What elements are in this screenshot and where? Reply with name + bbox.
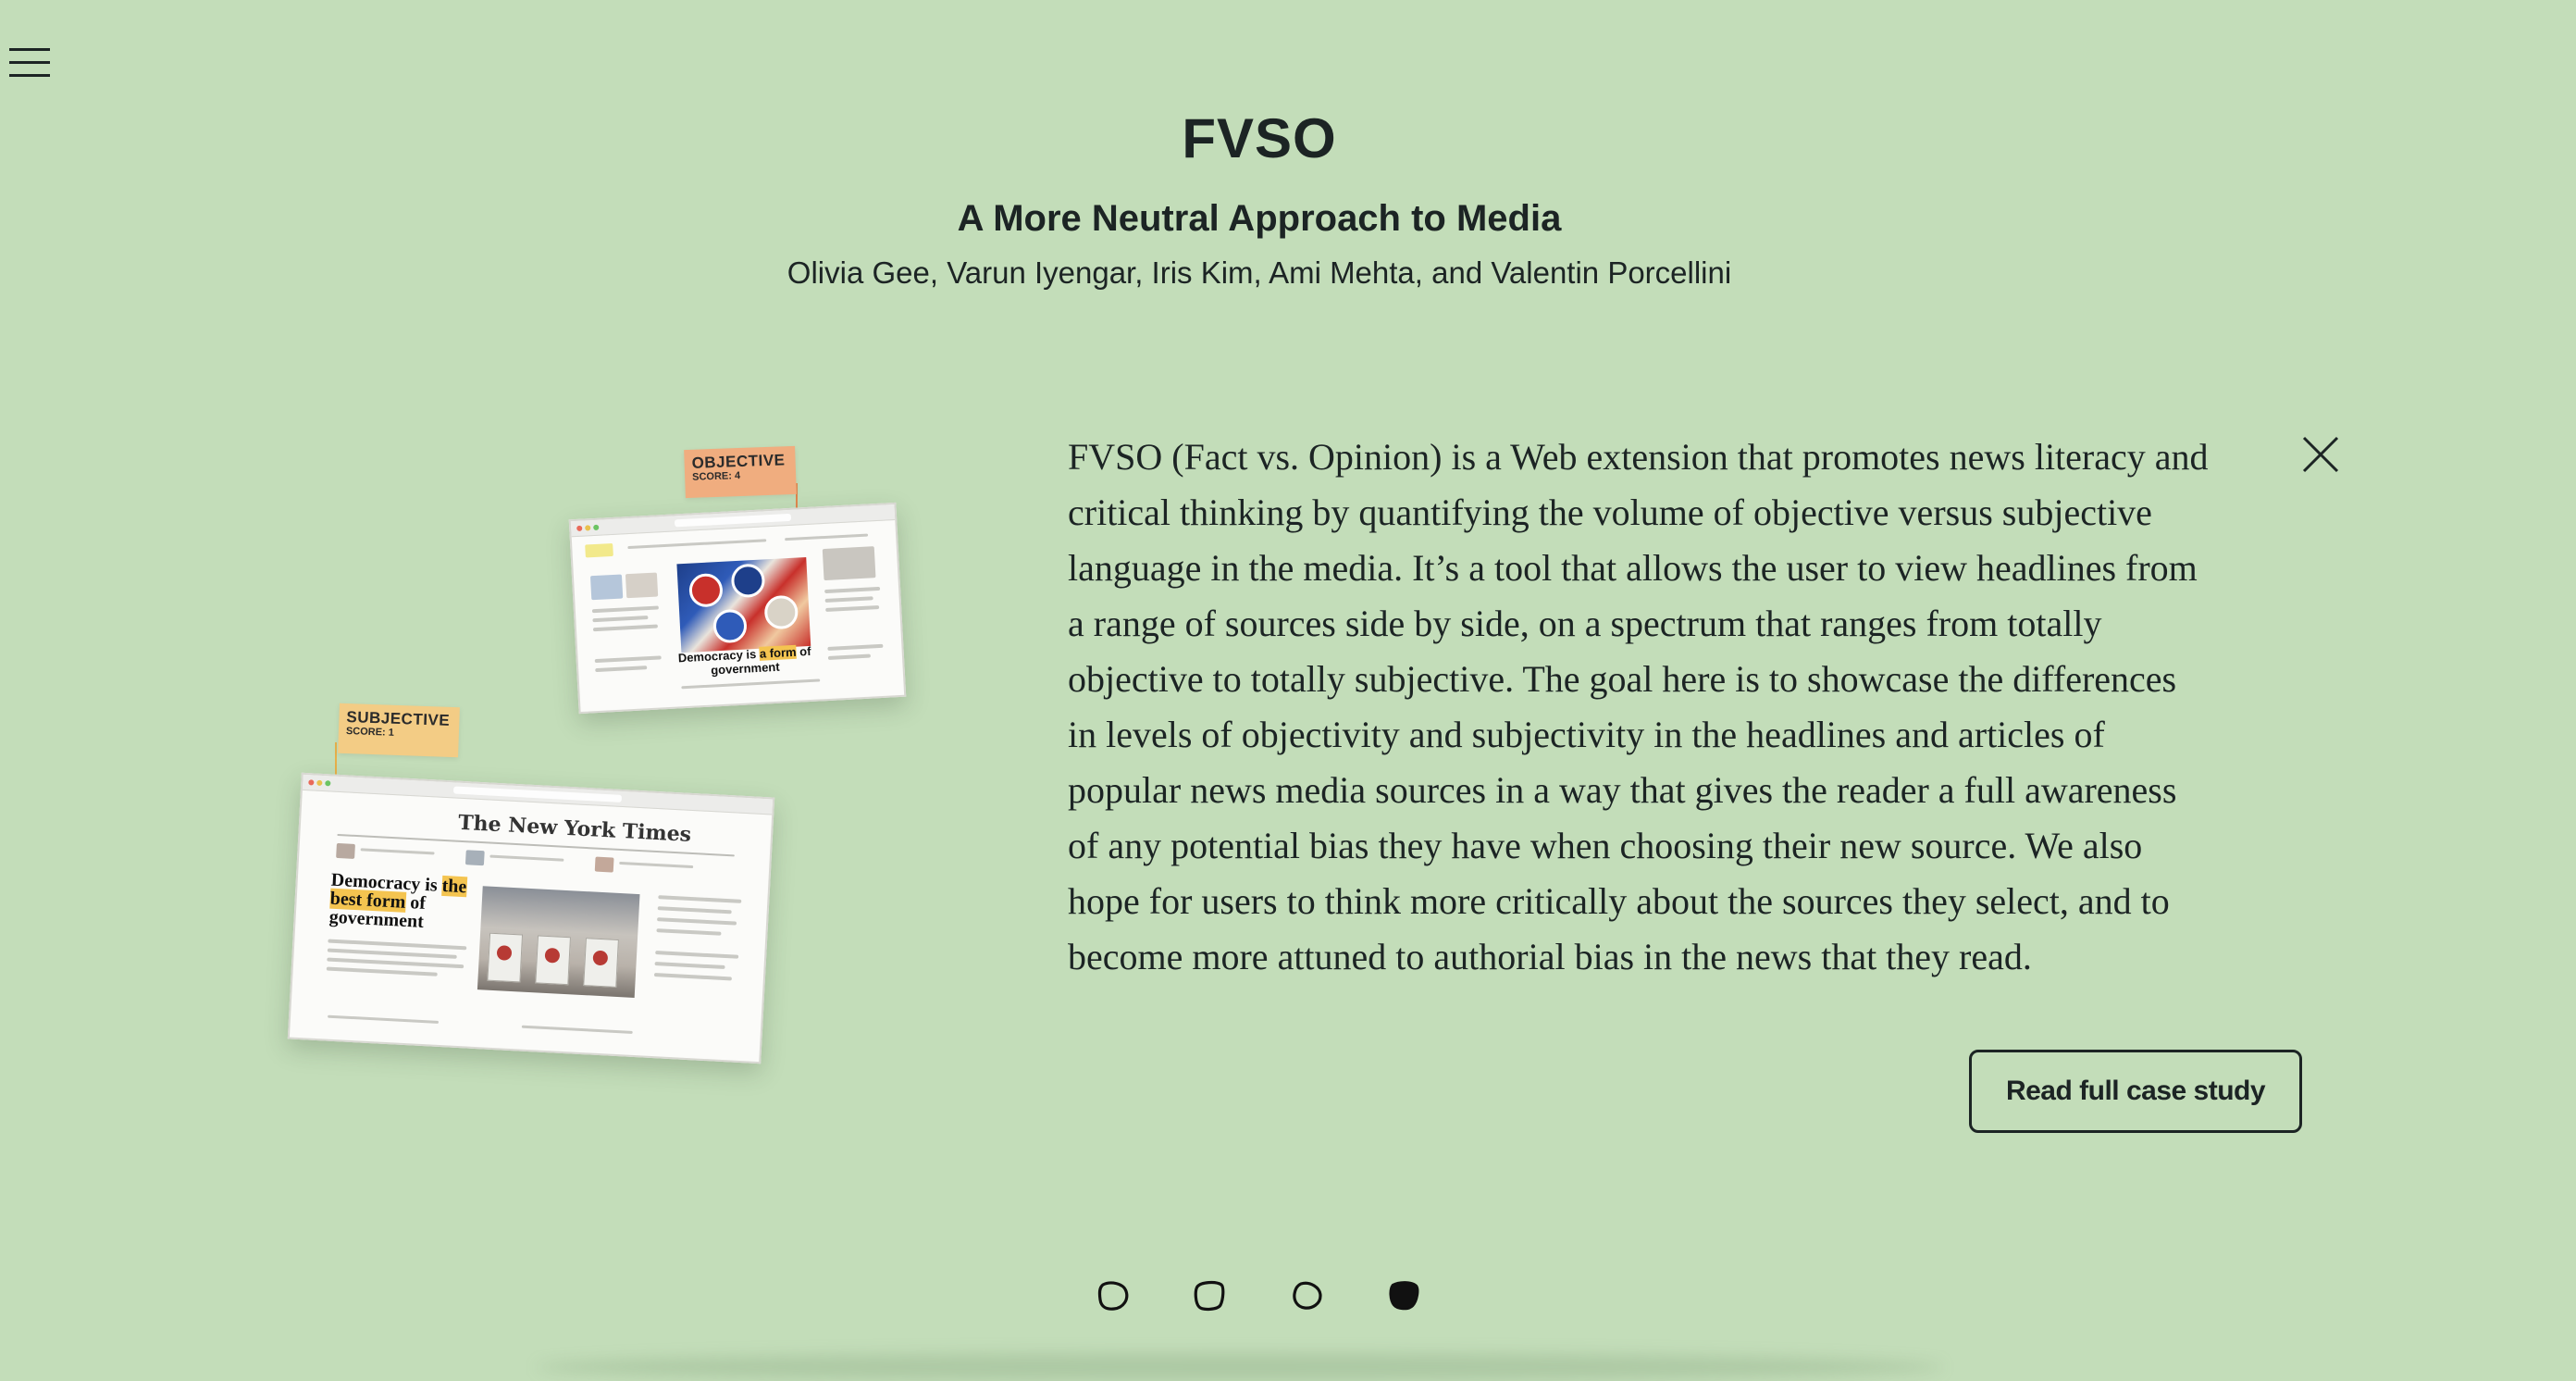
browser-chrome [302, 774, 774, 815]
read-case-study-button[interactable]: Read full case study [1969, 1050, 2302, 1133]
project-description: FVSO (Fact vs. Opinion) is a Web extensi… [1068, 436, 2209, 977]
bottom-shadow [537, 1353, 1943, 1381]
close-icon[interactable] [2298, 432, 2343, 477]
project-illustration: Democracy is a form of government The Ne… [278, 435, 944, 1083]
subjective-article-screenshot: The New York Times Democracy is the best … [287, 772, 775, 1064]
page-dot-2[interactable] [1192, 1279, 1227, 1313]
project-title: FVSO [1182, 107, 1337, 169]
page-dot-1[interactable] [1096, 1279, 1131, 1313]
page-dot-3[interactable] [1290, 1279, 1325, 1313]
objective-tag-label: OBJECTIVE [691, 451, 786, 472]
page-dot-4-active[interactable] [1386, 1279, 1421, 1313]
browser-chrome [570, 504, 896, 538]
voting-booths-photo [477, 886, 640, 998]
subjective-headline: Democracy is the best form of government [328, 869, 467, 932]
hamburger-menu-icon[interactable] [9, 44, 50, 80]
election-buttons-photo [676, 557, 811, 653]
project-subtitle: A More Neutral Approach to Media [957, 198, 1562, 239]
subjective-score-tag: SUBJECTIVE SCORE: 1 [338, 703, 460, 758]
pagination [1096, 1279, 1419, 1316]
objective-score-tag: OBJECTIVE SCORE: 4 [684, 445, 797, 499]
project-authors: Olivia Gee, Varun Iyengar, Iris Kim, Ami… [786, 255, 1732, 290]
project-header: FVSO A More Neutral Approach to Media Ol… [0, 102, 2519, 296]
objective-tag-score: SCORE: 4 [691, 470, 741, 483]
objective-article-screenshot: Democracy is a form of government [568, 502, 907, 715]
